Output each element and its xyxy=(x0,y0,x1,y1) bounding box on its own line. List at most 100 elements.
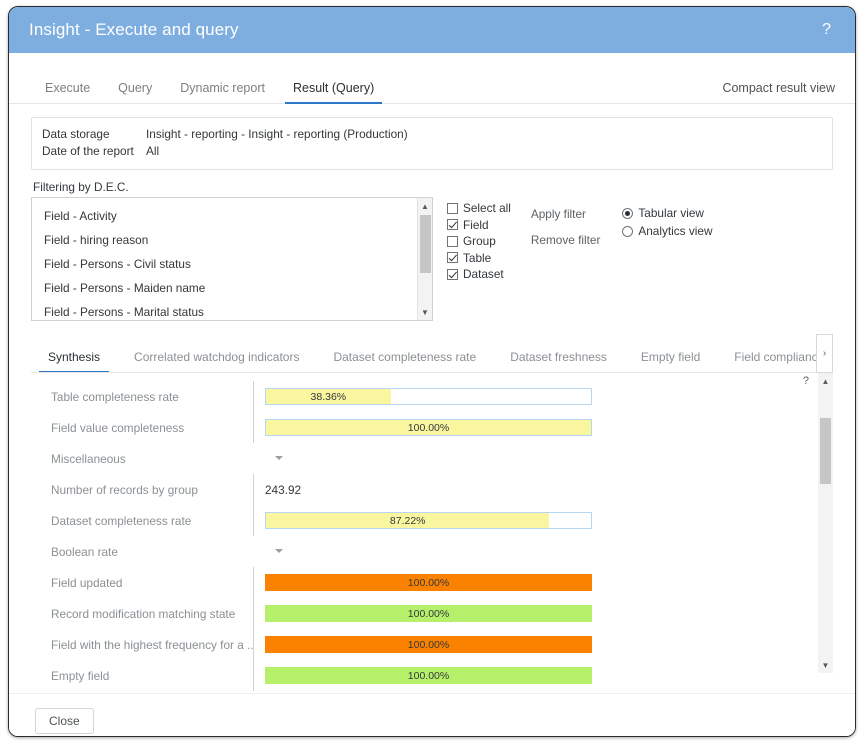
list-item[interactable]: Field - hiring reason xyxy=(32,228,432,252)
metric-label: Record modification matching state xyxy=(31,607,253,621)
metric-label: Field updated xyxy=(31,576,253,590)
metric-bar-label: 100.00% xyxy=(265,667,592,684)
metric-bar: 100.00% xyxy=(265,636,592,653)
metric-bar-label: 38.36% xyxy=(266,389,391,404)
view-mode-group: Tabular view Analytics view xyxy=(622,197,712,240)
metric-bar: 100.00% xyxy=(265,605,592,622)
scroll-up-icon[interactable]: ▲ xyxy=(818,374,833,388)
compact-result-view-link[interactable]: Compact result view xyxy=(722,81,835,103)
metric-value: 100.00% xyxy=(265,636,816,653)
metric-divider xyxy=(253,443,254,474)
metric-bar: 87.22% xyxy=(265,512,592,529)
metric-bar: 100.00% xyxy=(265,667,592,684)
list-item[interactable]: Field - Activity xyxy=(32,204,432,228)
result-tab-empty-field[interactable]: Empty field xyxy=(624,350,717,372)
window-title: Insight - Execute and query xyxy=(29,20,239,40)
metric-row: Field updated 100.00% xyxy=(31,567,816,598)
result-tab-bar: Synthesis Correlated watchdog indicators… xyxy=(31,340,833,373)
checkbox-icon xyxy=(447,236,458,247)
filter-caption: Filtering by D.E.C. xyxy=(33,180,855,194)
metric-divider xyxy=(253,660,254,691)
report-info-box: Data storage Insight - reporting - Insig… xyxy=(31,117,833,170)
apply-filter-button[interactable]: Apply filter xyxy=(531,207,601,221)
metric-divider xyxy=(253,536,254,567)
metrics-scrollbar[interactable]: ▲ ▼ xyxy=(818,373,833,673)
metric-bar-label: 100.00% xyxy=(265,636,592,653)
checkbox-dataset[interactable]: Dataset xyxy=(447,266,511,283)
main-tab-list: Execute Query Dynamic report Result (Que… xyxy=(31,64,388,103)
metric-divider xyxy=(253,505,254,536)
metric-divider xyxy=(253,598,254,629)
scroll-down-icon[interactable]: ▼ xyxy=(418,305,432,319)
tab-dynamic-report[interactable]: Dynamic report xyxy=(166,81,279,103)
metric-label: Table completeness rate xyxy=(31,390,253,404)
checkbox-field[interactable]: Field xyxy=(447,217,511,234)
metric-value: 38.36% xyxy=(265,388,816,405)
metric-label: Field value completeness xyxy=(31,421,253,435)
metric-bar: 38.36% xyxy=(265,388,592,405)
metric-bar-label: 100.00% xyxy=(265,574,592,591)
dec-list-scrollbar[interactable]: ▲ ▼ xyxy=(417,198,432,320)
metric-value: 100.00% xyxy=(265,605,816,622)
info-label-date-of-report: Date of the report xyxy=(42,143,146,160)
checkbox-icon xyxy=(447,219,458,230)
radio-icon xyxy=(622,226,633,237)
metric-value: 100.00% xyxy=(265,667,816,684)
scroll-down-icon[interactable]: ▼ xyxy=(818,658,833,672)
radio-analytics-view[interactable]: Analytics view xyxy=(622,222,712,240)
chevron-down-icon[interactable] xyxy=(275,549,283,553)
metrics-rows: Table completeness rate 38.36% Field value… xyxy=(31,373,816,691)
remove-filter-button[interactable]: Remove filter xyxy=(531,233,601,247)
metric-value: 87.22% xyxy=(265,512,816,529)
main-tab-bar: Execute Query Dynamic report Result (Que… xyxy=(9,64,855,104)
metric-row: Table completeness rate 38.36% xyxy=(31,381,816,412)
list-item[interactable]: Field - Persons - Civil status xyxy=(32,252,432,276)
result-tab-correlated-watchdog-indicators[interactable]: Correlated watchdog indicators xyxy=(117,350,316,372)
tab-result-query[interactable]: Result (Query) xyxy=(279,81,388,103)
filter-actions: Apply filter Remove filter xyxy=(531,197,601,247)
scrollbar-thumb[interactable] xyxy=(420,215,431,273)
scrollbar-thumb[interactable] xyxy=(820,418,831,484)
close-button[interactable]: Close xyxy=(35,708,94,734)
dec-list-box[interactable]: Field - Activity Field - hiring reason F… xyxy=(31,197,433,321)
metric-row: Empty field100.00% xyxy=(31,660,816,691)
list-item[interactable]: Field - Persons - Marital status xyxy=(32,300,432,321)
checkbox-table[interactable]: Table xyxy=(447,250,511,267)
checkbox-label: Group xyxy=(463,234,496,248)
metric-label: Number of records by group xyxy=(31,483,253,497)
list-item[interactable]: Field - Persons - Maiden name xyxy=(32,276,432,300)
checkbox-icon xyxy=(447,203,458,214)
help-icon[interactable]: ? xyxy=(816,19,837,41)
checkbox-label: Dataset xyxy=(463,267,504,281)
result-tab-dataset-freshness[interactable]: Dataset freshness xyxy=(493,350,624,372)
metric-bar: 100.00% xyxy=(265,419,592,436)
title-bar: Insight - Execute and query ? xyxy=(9,7,855,53)
chevron-down-icon[interactable] xyxy=(275,456,283,460)
metric-row: Number of records by group 243.92 xyxy=(31,474,816,505)
radio-icon xyxy=(622,208,633,219)
metric-divider xyxy=(253,381,254,412)
tab-query[interactable]: Query xyxy=(104,81,166,103)
checkbox-label: Select all xyxy=(463,201,511,215)
result-tab-synthesis[interactable]: Synthesis xyxy=(31,350,117,372)
result-tab-dataset-completeness-rate[interactable]: Dataset completeness rate xyxy=(316,350,493,372)
metric-divider xyxy=(253,412,254,443)
metric-divider xyxy=(253,474,254,505)
checkbox-label: Field xyxy=(463,218,489,232)
info-row-date-of-report: Date of the report All xyxy=(42,143,822,160)
checkbox-select-all[interactable]: Select all xyxy=(447,200,511,217)
metric-group-row: Miscellaneous xyxy=(31,443,816,474)
metric-label: Miscellaneous xyxy=(31,452,253,466)
metric-value: 243.92 xyxy=(265,483,816,497)
metric-row: Field with the highest frequency for a .… xyxy=(31,629,816,660)
metric-divider xyxy=(253,629,254,660)
chevron-right-icon[interactable]: › xyxy=(816,334,833,373)
dialog-footer: Close xyxy=(9,693,855,737)
radio-label: Tabular view xyxy=(638,206,704,220)
checkbox-group[interactable]: Group xyxy=(447,233,511,250)
metric-bar: 100.00% xyxy=(265,574,592,591)
tab-execute[interactable]: Execute xyxy=(31,81,104,103)
radio-tabular-view[interactable]: Tabular view xyxy=(622,204,712,222)
metric-bar-label: 100.00% xyxy=(265,605,592,622)
scroll-up-icon[interactable]: ▲ xyxy=(418,199,432,213)
